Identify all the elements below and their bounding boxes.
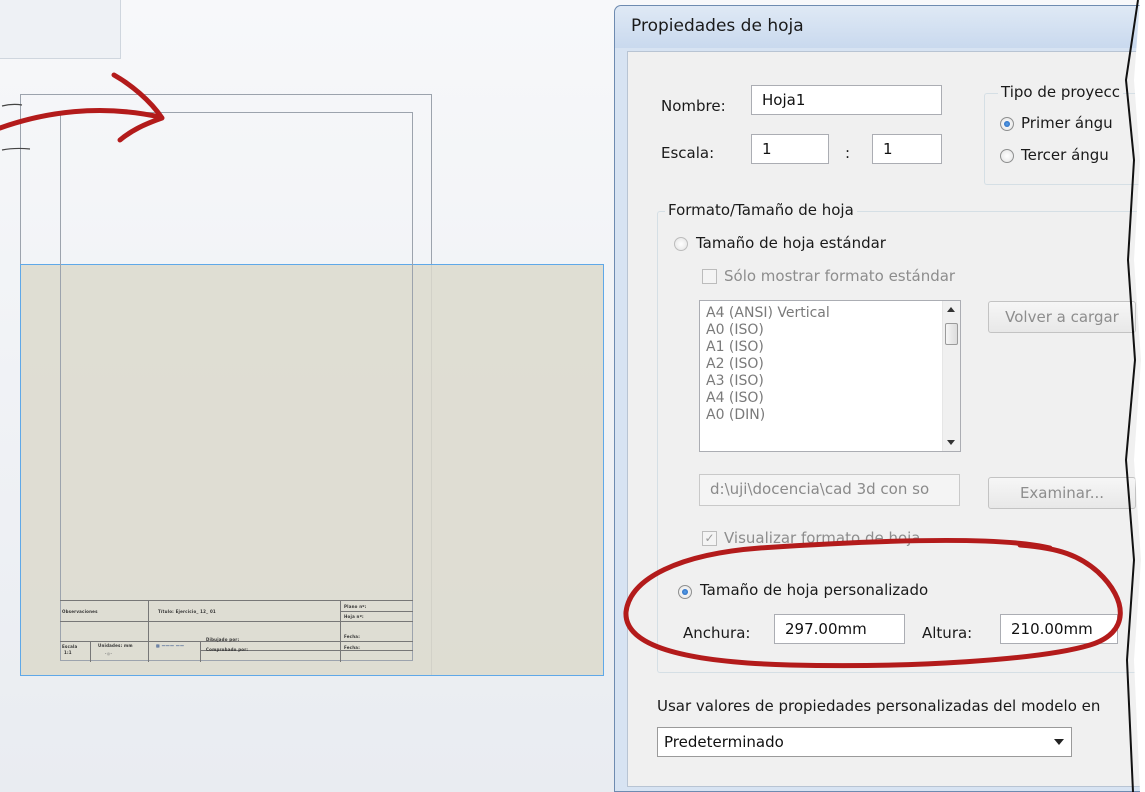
red-ellipse-annotation [623, 0, 1145, 792]
